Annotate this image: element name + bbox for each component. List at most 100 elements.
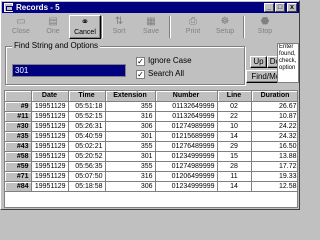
- table-cell: 05:02:21: [68, 141, 106, 152]
- table-cell: 301: [105, 151, 156, 162]
- table-cell: 05:07:50: [68, 171, 106, 182]
- table-row[interactable]: #30 19951129 05:26:31 306 01274989999 10 24.22: [5, 121, 297, 132]
- toolbar-save-button[interactable]: ▦ Save: [135, 15, 167, 39]
- save-icon: ▦: [146, 16, 156, 27]
- toolbar-cancel-button[interactable]: ⚭ Cancel: [69, 15, 101, 39]
- toolbar-label: Save: [143, 28, 159, 35]
- close-button[interactable]: x: [287, 3, 297, 12]
- table-cell: 13.88: [251, 151, 297, 162]
- column-header[interactable]: Number: [155, 91, 218, 102]
- table-row[interactable]: #71 19951129 05:07:50 316 01206499999 11 19.33: [5, 171, 297, 182]
- toolbar-separator: [243, 16, 245, 38]
- toolbar-one-button[interactable]: ▤ One: [37, 15, 69, 39]
- table-cell: 355: [105, 141, 156, 152]
- row-number[interactable]: #11: [5, 111, 32, 122]
- ignore-case-checkbox[interactable]: ✓ Ignore Case: [136, 56, 216, 66]
- ignore-case-check-icon[interactable]: ✓: [136, 57, 145, 66]
- table-cell: 01234999999: [155, 181, 218, 192]
- toolbar-label: Print: [185, 28, 201, 35]
- table-cell: 01132649999: [155, 101, 218, 112]
- table-cell: 19951129: [31, 101, 69, 112]
- row-number[interactable]: #58: [5, 151, 32, 162]
- search-all-check-icon[interactable]: ✓: [136, 70, 145, 79]
- records-window: Records - 5 _ □ x ▭ Close ▤ One ⚭ Cancel ⇅ Sort…: [0, 0, 300, 210]
- row-number[interactable]: #43: [5, 141, 32, 152]
- column-header[interactable]: Date: [31, 91, 69, 102]
- toolbar: ▭ Close ▤ One ⚭ Cancel ⇅ Sort ▦ Save ⎙ Print ☸ Setup ⬣…: [3, 14, 299, 40]
- table-cell: 05:20:52: [68, 151, 106, 162]
- search-all-checkbox[interactable]: ✓ Search All: [136, 69, 216, 79]
- search-all-label: Search All: [148, 69, 185, 78]
- table-row[interactable]: #35 19951129 05:40:59 301 01215689999 14 24.32: [5, 131, 297, 142]
- table-cell: 26.67: [251, 101, 297, 112]
- find-options-group: Find String and Options 301 ✓ Ignore Cas…: [5, 41, 245, 85]
- table-cell: 19951129: [31, 161, 69, 172]
- maximize-button[interactable]: □: [275, 3, 285, 12]
- table-cell: 01276489999: [155, 141, 218, 152]
- title-bar[interactable]: Records - 5 _ □ x: [2, 2, 299, 13]
- row-number[interactable]: #59: [5, 161, 32, 172]
- column-header[interactable]: Line: [217, 91, 252, 102]
- ignore-case-label: Ignore Case: [148, 56, 192, 65]
- find-options-legend: Find String and Options: [12, 41, 101, 50]
- table-cell: 301: [105, 131, 156, 142]
- toolbar-stop-button[interactable]: ⬣ Stop: [249, 15, 281, 39]
- table-cell: 02: [217, 101, 252, 112]
- print-icon: ⎙: [189, 16, 197, 27]
- table-cell: 19951129: [31, 141, 69, 152]
- toolbar-label: Cancel: [74, 29, 96, 36]
- table-cell: 05:26:31: [68, 121, 106, 132]
- app-icon[interactable]: [4, 3, 13, 12]
- table-cell: 12.58: [251, 181, 297, 192]
- table-cell: 11: [217, 171, 252, 182]
- table-cell: 22: [217, 111, 252, 122]
- table-row[interactable]: #9 19951129 05:51:18 355 01132649999 02 26.67: [5, 101, 297, 112]
- table-cell: 01274989999: [155, 121, 218, 132]
- toolbar-label: Close: [12, 28, 30, 35]
- minimize-button[interactable]: _: [264, 3, 274, 12]
- table-row[interactable]: #43 19951129 05:02:21 355 01276489999 29 16.50: [5, 141, 297, 152]
- table-cell: 19951129: [31, 131, 69, 142]
- table-cell: 14: [217, 131, 252, 142]
- row-number[interactable]: #9: [5, 101, 32, 112]
- records-table[interactable]: Date Time Extension Number Line Duration #9 19…: [4, 90, 298, 208]
- column-header[interactable]: Extension: [105, 91, 156, 102]
- row-number[interactable]: #84: [5, 181, 32, 192]
- table-cell: 306: [105, 181, 156, 192]
- table-row[interactable]: #84 19951129 05:18:58 306 01234999999 14 12.58: [5, 181, 297, 192]
- table-row[interactable]: #58 19951129 05:20:52 301 01234999999 15 13.88: [5, 151, 297, 162]
- column-header[interactable]: Duration: [251, 91, 297, 102]
- table-cell: 19951129: [31, 171, 69, 182]
- table-cell: 05:56:35: [68, 161, 106, 172]
- row-number[interactable]: #35: [5, 131, 32, 142]
- row-number[interactable]: #30: [5, 121, 32, 132]
- table-cell: 19.33: [251, 171, 297, 182]
- toolbar-label: Setup: [215, 28, 235, 35]
- table-cell: 19951129: [31, 111, 69, 122]
- table-cell: 355: [105, 101, 156, 112]
- toolbar-sort-button[interactable]: ⇅ Sort: [103, 15, 135, 39]
- toolbar-close-button[interactable]: ▭ Close: [5, 15, 37, 39]
- close-icon: ▭: [16, 16, 26, 27]
- table-cell: 16.50: [251, 141, 297, 152]
- table-cell: 355: [105, 161, 156, 172]
- table-cell: 14: [217, 181, 252, 192]
- table-cell: 19951129: [31, 181, 69, 192]
- toolbar-print-button[interactable]: ⎙ Print: [177, 15, 209, 39]
- table-cell: 01234999999: [155, 151, 218, 162]
- table-cell: 05:52:15: [68, 111, 106, 122]
- table-row[interactable]: #11 19951129 05:52:15 316 01132649999 22 10.87: [5, 111, 297, 122]
- column-header[interactable]: Time: [68, 91, 106, 102]
- table-row[interactable]: #59 19951129 05:56:35 355 01274989999 28 17.72: [5, 161, 297, 172]
- binoculars-icon: ⚭: [80, 17, 90, 28]
- toolbar-label: Stop: [257, 28, 273, 35]
- table-cell: 316: [105, 111, 156, 122]
- row-number[interactable]: #71: [5, 171, 32, 182]
- table-cell: 19951129: [31, 151, 69, 162]
- find-up-button[interactable]: Up: [250, 56, 267, 68]
- search-input[interactable]: 301: [12, 64, 126, 77]
- table-cell: 01206499999: [155, 171, 218, 182]
- toolbar-setup-button[interactable]: ☸ Setup: [209, 15, 241, 39]
- table-cell: 10.87: [251, 111, 297, 122]
- column-header[interactable]: [5, 91, 32, 102]
